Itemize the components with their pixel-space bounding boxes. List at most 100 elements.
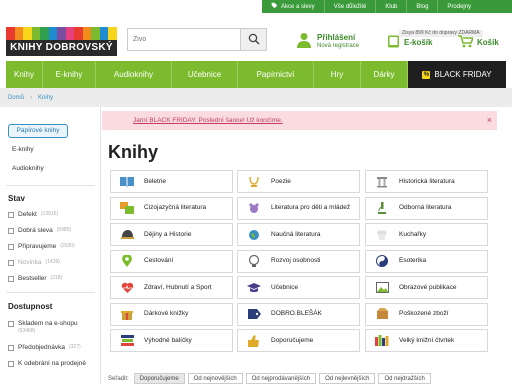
filter-bestseller[interactable]: Bestseller (218) — [8, 275, 62, 282]
category-label: Cestování — [144, 257, 174, 265]
filter-pripravujeme[interactable]: Připravujeme (2030) — [8, 243, 75, 250]
top-link-prodejny[interactable]: Prodejny — [438, 0, 480, 13]
top-link-akce[interactable]: Akce a slevy — [262, 0, 325, 13]
nav-item-eknihy[interactable]: E-knihy — [43, 61, 96, 88]
register-link[interactable]: Nová registrace — [317, 43, 359, 49]
checkbox[interactable] — [8, 228, 14, 234]
label-icon — [245, 308, 263, 320]
cart-icon — [458, 35, 475, 50]
sort-option-nejdrazsi[interactable]: Od nejdražších — [378, 373, 431, 384]
nav-item-audioknihy[interactable]: Audioknihy — [96, 61, 172, 88]
filter-prodejna[interactable]: K odebrání na prodejně — [8, 360, 88, 367]
nav-item-hry[interactable]: Hry — [314, 61, 361, 88]
promo-alert-link[interactable]: Jarní BLACK FRIDAY. Poslední šance! Už k… — [133, 117, 283, 124]
cart[interactable]: Košík — [458, 35, 499, 50]
category-tile[interactable]: Zdraví, Hubnutí a Sport — [110, 276, 233, 299]
category-tile[interactable]: Naučná literatura — [237, 223, 360, 246]
lyre-icon — [245, 176, 263, 188]
category-label: Historická literatura — [399, 177, 455, 185]
filter-title-dostupnost: Dostupnost — [8, 302, 53, 311]
checkbox[interactable] — [8, 361, 14, 367]
category-tile[interactable]: Dějiny a Historie — [110, 223, 233, 246]
category-label: Učebnice — [271, 283, 299, 291]
sort-option-nejnovejsi[interactable]: Od nejnovějších — [187, 373, 243, 384]
filter-predobjednavka[interactable]: Předobjednávka (327) — [8, 344, 81, 351]
header: KNIHY DOBROVSKÝ Přihlášení Nová registra… — [0, 13, 512, 60]
category-tile[interactable]: Poezie — [237, 170, 360, 193]
checkbox[interactable] — [8, 260, 14, 266]
sort-option-nejprodavanejsi[interactable]: Od nejprodávanějších — [245, 373, 317, 384]
nav-item-knihy[interactable]: Knihy — [6, 61, 43, 88]
search-button[interactable] — [240, 29, 266, 50]
category-tile[interactable]: Rozvoj osobnosti — [237, 249, 360, 273]
logo-stripes — [6, 27, 117, 40]
logo[interactable]: KNIHY DOBROVSKÝ — [6, 27, 117, 56]
category-tile[interactable]: DOBRO.BLEŠÁK — [237, 302, 360, 326]
category-tile[interactable]: Poškozené zboží — [365, 302, 488, 326]
category-label: Obrazové publikace — [399, 283, 457, 291]
category-label: Beletrie — [144, 177, 167, 185]
checkbox[interactable] — [8, 321, 14, 327]
category-tile[interactable]: Dárkové knížky — [110, 302, 233, 326]
category-tile[interactable]: Odborná literatura — [365, 196, 488, 220]
category-label: Cizojazyčná literatura — [144, 204, 207, 212]
logo-stripe — [82, 27, 92, 40]
checkbox[interactable] — [8, 345, 14, 351]
tag-icon — [271, 2, 278, 11]
nav-item-black-friday[interactable]: % BLACK FRIDAY — [408, 61, 506, 88]
category-tile[interactable]: Cestování — [110, 249, 233, 273]
checkbox[interactable] — [8, 244, 14, 250]
category-label: Zdraví, Hubnutí a Sport — [144, 283, 212, 291]
checkbox[interactable] — [8, 276, 14, 282]
category-label: Poškozené zboží — [399, 310, 449, 318]
sort-bar: Seřadit: Doporučujeme Od nejnovějších Od… — [108, 373, 431, 384]
page-title: Knihy — [108, 142, 159, 162]
category-label: Rozvoj osobnosti — [271, 257, 321, 265]
checkbox[interactable] — [8, 212, 14, 218]
category-tile[interactable]: Beletrie — [110, 170, 233, 193]
category-tile[interactable]: Výhodné balíčky — [110, 329, 233, 352]
column-icon — [373, 176, 391, 188]
nav-item-ucebnice[interactable]: Učebnice — [172, 61, 238, 88]
top-link-klub[interactable]: Klub — [376, 0, 408, 13]
book-stack-icon — [118, 334, 136, 347]
logo-stripe — [74, 27, 83, 40]
close-icon[interactable]: × — [487, 115, 492, 125]
sort-option-nejlevnejsi[interactable]: Od nejlevnějších — [319, 373, 376, 384]
chef-hat-icon — [373, 229, 391, 241]
nav-item-papirnictvi[interactable]: Papírnictví — [238, 61, 314, 88]
format-eknihy[interactable]: E-knihy — [12, 146, 34, 153]
top-link-vse[interactable]: Vše důležité — [325, 0, 377, 13]
logo-stripe — [99, 27, 109, 40]
filter-skladem[interactable]: Skladem na e-shopu (53468) — [8, 320, 78, 334]
category-tile[interactable]: Esoterika — [365, 249, 488, 273]
category-label: Naučná literatura — [271, 230, 321, 238]
login-link[interactable]: Přihlášení — [317, 33, 359, 42]
category-tile[interactable]: Literatura pro děti a mládež — [237, 196, 360, 220]
top-link-blog[interactable]: Blog — [407, 0, 439, 13]
nav-item-darky[interactable]: Dárky — [361, 61, 408, 88]
breadcrumb-current[interactable]: Knihy — [38, 95, 53, 101]
category-tile[interactable]: Cizojazyčná literatura — [110, 196, 233, 220]
category-tile[interactable]: Obrazové publikace — [365, 276, 488, 299]
search-icon — [248, 33, 260, 47]
login-area[interactable]: Přihlášení Nová registrace — [297, 32, 359, 50]
logo-stripe — [57, 27, 66, 40]
search-input[interactable] — [128, 29, 238, 50]
logo-stripe — [48, 27, 58, 40]
category-tile[interactable]: Doporučujeme — [237, 329, 360, 352]
format-audioknihy[interactable]: Audioknihy — [12, 165, 44, 172]
filter-dobra-sleva[interactable]: Dobrá sleva (5985) — [8, 227, 71, 234]
category-tile[interactable]: Kuchařky — [365, 223, 488, 246]
translate-icon — [118, 202, 136, 214]
sort-option-doporucujeme[interactable]: Doporučujeme — [133, 373, 185, 384]
ebook-cart[interactable]: E-košík — [387, 35, 432, 50]
breadcrumb-home[interactable]: Domů — [8, 95, 24, 101]
filter-defekt[interactable]: Defekt (13916) — [8, 211, 58, 218]
format-papirove[interactable]: Papírové knihy — [8, 124, 68, 138]
category-tile[interactable]: Velký knižní čtvrtek — [365, 329, 488, 352]
category-tile[interactable]: Učebnice — [237, 276, 360, 299]
filter-novinka[interactable]: Novinka (1439) — [8, 259, 60, 266]
category-tile[interactable]: Historická literatura — [365, 170, 488, 193]
category-label: Doporučujeme — [271, 336, 314, 344]
